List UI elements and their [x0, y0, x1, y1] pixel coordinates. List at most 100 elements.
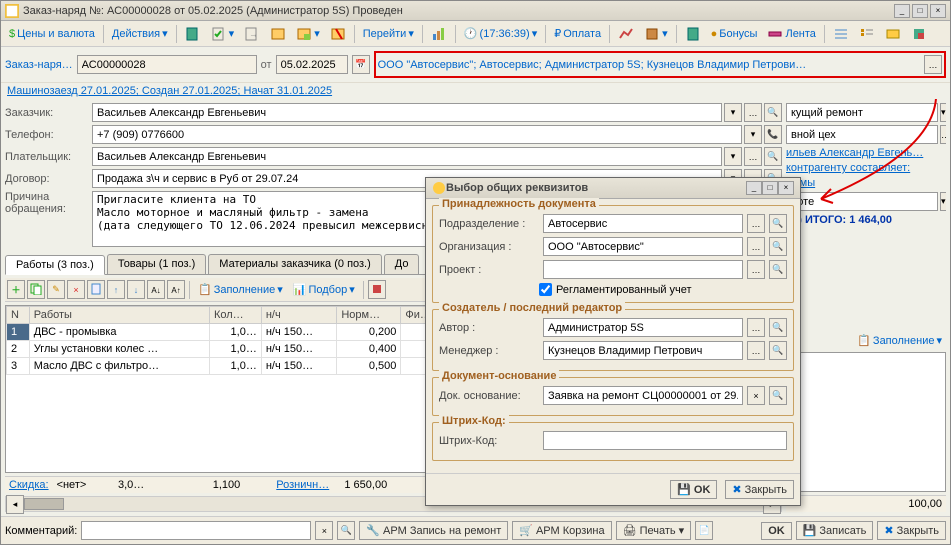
- arm-repair-button[interactable]: 🔧 АРМ Запись на ремонт: [359, 521, 508, 540]
- customer-dropdown[interactable]: ▾: [724, 103, 742, 122]
- right-grid[interactable]: [786, 352, 946, 492]
- dept-input[interactable]: [786, 125, 938, 144]
- grid-edit[interactable]: ✎: [47, 280, 65, 299]
- dlg-manager-more[interactable]: …: [747, 341, 765, 360]
- minimize-button[interactable]: _: [894, 4, 910, 18]
- grid-sort-asc[interactable]: A↓: [147, 280, 165, 299]
- tb-icon3[interactable]: →: [240, 24, 264, 44]
- payer-search[interactable]: 🔍: [764, 147, 782, 166]
- dialog-close-btn[interactable]: ✖ Закрыть: [725, 480, 794, 499]
- prices-button[interactable]: $ Цены и валюта: [5, 26, 99, 42]
- tb-list1-icon[interactable]: [829, 24, 853, 44]
- regulated-checkbox[interactable]: [539, 283, 552, 296]
- details-text[interactable]: ООО "Автосервис"; Автосервис; Администра…: [378, 59, 920, 71]
- grid-doc[interactable]: [87, 280, 105, 299]
- date-picker-button[interactable]: 📅: [352, 55, 370, 74]
- dlg-org-more[interactable]: …: [747, 237, 765, 256]
- repair-dd[interactable]: ▾: [940, 103, 946, 122]
- payer-more[interactable]: …: [744, 147, 762, 166]
- ok-button[interactable]: OK: [761, 522, 792, 540]
- grid-add[interactable]: ＋: [7, 280, 25, 299]
- discount-link[interactable]: Скидка:: [9, 479, 49, 491]
- dlg-author-more[interactable]: …: [747, 318, 765, 337]
- dept-more[interactable]: …: [940, 125, 946, 144]
- tab-works[interactable]: Работы (3 поз.): [5, 255, 105, 275]
- order-number-input[interactable]: [77, 55, 257, 74]
- status-input[interactable]: [786, 192, 938, 211]
- close-button[interactable]: ×: [930, 4, 946, 18]
- status-dd[interactable]: ▾: [940, 192, 946, 211]
- grid-header[interactable]: N: [7, 307, 30, 324]
- status-link[interactable]: Машинозаезд 27.01.2025; Создан 27.01.202…: [7, 85, 332, 97]
- dlg-docbase-search[interactable]: 🔍: [769, 386, 787, 405]
- grid-delete[interactable]: ×: [67, 280, 85, 299]
- retail-link[interactable]: Розничн…: [276, 479, 329, 491]
- tab-goods[interactable]: Товары (1 поз.): [107, 254, 206, 274]
- diagrams-link[interactable]: аммы: [786, 177, 946, 189]
- repair-type-input[interactable]: [786, 103, 938, 122]
- dlg-project-input[interactable]: [543, 260, 743, 279]
- details-more-button[interactable]: …: [924, 55, 942, 74]
- tb-chart-icon[interactable]: [427, 24, 451, 44]
- customer-input[interactable]: [92, 103, 722, 122]
- dialog-max[interactable]: □: [762, 181, 778, 195]
- dlg-manager-search[interactable]: 🔍: [769, 341, 787, 360]
- date-input[interactable]: [276, 55, 348, 74]
- arm-cart-button[interactable]: 🛒 АРМ Корзина: [512, 521, 611, 540]
- grid-header[interactable]: Кол…: [209, 307, 261, 324]
- dlg-project-more[interactable]: …: [747, 260, 765, 279]
- dlg-dept-input[interactable]: [543, 214, 743, 233]
- print-extra[interactable]: 📄: [695, 521, 713, 540]
- save-button[interactable]: 💾 Записать: [796, 521, 874, 540]
- tb-calc-icon[interactable]: [681, 24, 705, 44]
- grid-header[interactable]: Работы: [29, 307, 209, 324]
- grid-sort-desc[interactable]: A↑: [167, 280, 185, 299]
- tab-materials[interactable]: Материалы заказчика (0 поз.): [208, 254, 382, 274]
- dlg-dept-more[interactable]: …: [747, 214, 765, 233]
- grid-header[interactable]: Норм…: [337, 307, 401, 324]
- dlg-org-input[interactable]: [543, 237, 743, 256]
- goto-menu[interactable]: Перейти ▾: [359, 25, 418, 42]
- dlg-docbase-clear[interactable]: ×: [747, 386, 765, 405]
- dialog-min[interactable]: _: [746, 181, 762, 195]
- dialog-close[interactable]: ×: [778, 181, 794, 195]
- dlg-project-search[interactable]: 🔍: [769, 260, 787, 279]
- grid-select-menu[interactable]: 📊Подбор ▾: [289, 281, 359, 298]
- grid-fill-menu[interactable]: 📋Заполнение ▾: [194, 281, 287, 298]
- grid-header[interactable]: н/ч: [261, 307, 336, 324]
- dialog-ok[interactable]: 💾 OK: [670, 480, 717, 499]
- print-button[interactable]: 🖨 Печать ▾: [616, 521, 692, 540]
- customer-link[interactable]: ильев Александр Евгень…: [786, 147, 946, 159]
- order-label[interactable]: Заказ-наря…: [5, 59, 73, 71]
- balance-link[interactable]: контрагенту составляет:: [786, 162, 946, 174]
- tb-chart2-icon[interactable]: [614, 24, 638, 44]
- payment-button[interactable]: ₽Оплата: [550, 25, 605, 42]
- feed-button[interactable]: Лента: [763, 24, 819, 44]
- bonuses-button[interactable]: ● Бонусы: [707, 26, 762, 42]
- customer-more[interactable]: …: [744, 103, 762, 122]
- grid-down[interactable]: ↓: [127, 280, 145, 299]
- comment-clear[interactable]: ×: [315, 521, 333, 540]
- dlg-manager-input[interactable]: [543, 341, 743, 360]
- scroll-thumb[interactable]: [24, 498, 64, 510]
- close-button-footer[interactable]: ✖ Закрыть: [877, 521, 946, 540]
- tab-extra[interactable]: До: [384, 254, 420, 274]
- tb-card-icon[interactable]: [881, 24, 905, 44]
- dlg-author-input[interactable]: [543, 318, 743, 337]
- dlg-doc-base-input[interactable]: [543, 386, 743, 405]
- tb-icon6[interactable]: [326, 24, 350, 44]
- tb-icon5[interactable]: ▾: [292, 24, 324, 44]
- payer-dropdown[interactable]: ▾: [724, 147, 742, 166]
- payer-input[interactable]: [92, 147, 722, 166]
- tb-icon4[interactable]: [266, 24, 290, 44]
- tb-last-icon[interactable]: [907, 24, 931, 44]
- phone-dropdown[interactable]: ▾: [744, 125, 762, 144]
- tb-icon2[interactable]: ▾: [207, 24, 239, 44]
- dlg-barcode-input[interactable]: [543, 431, 787, 450]
- tb-box-icon[interactable]: ▾: [640, 24, 672, 44]
- comment-input[interactable]: [81, 521, 311, 540]
- time-button[interactable]: 🕐 (17:36:39) ▾: [460, 25, 541, 42]
- fill2-menu[interactable]: 📋Заполнение ▾: [853, 332, 946, 349]
- dlg-dept-search[interactable]: 🔍: [769, 214, 787, 233]
- tb-list2-icon[interactable]: [855, 24, 879, 44]
